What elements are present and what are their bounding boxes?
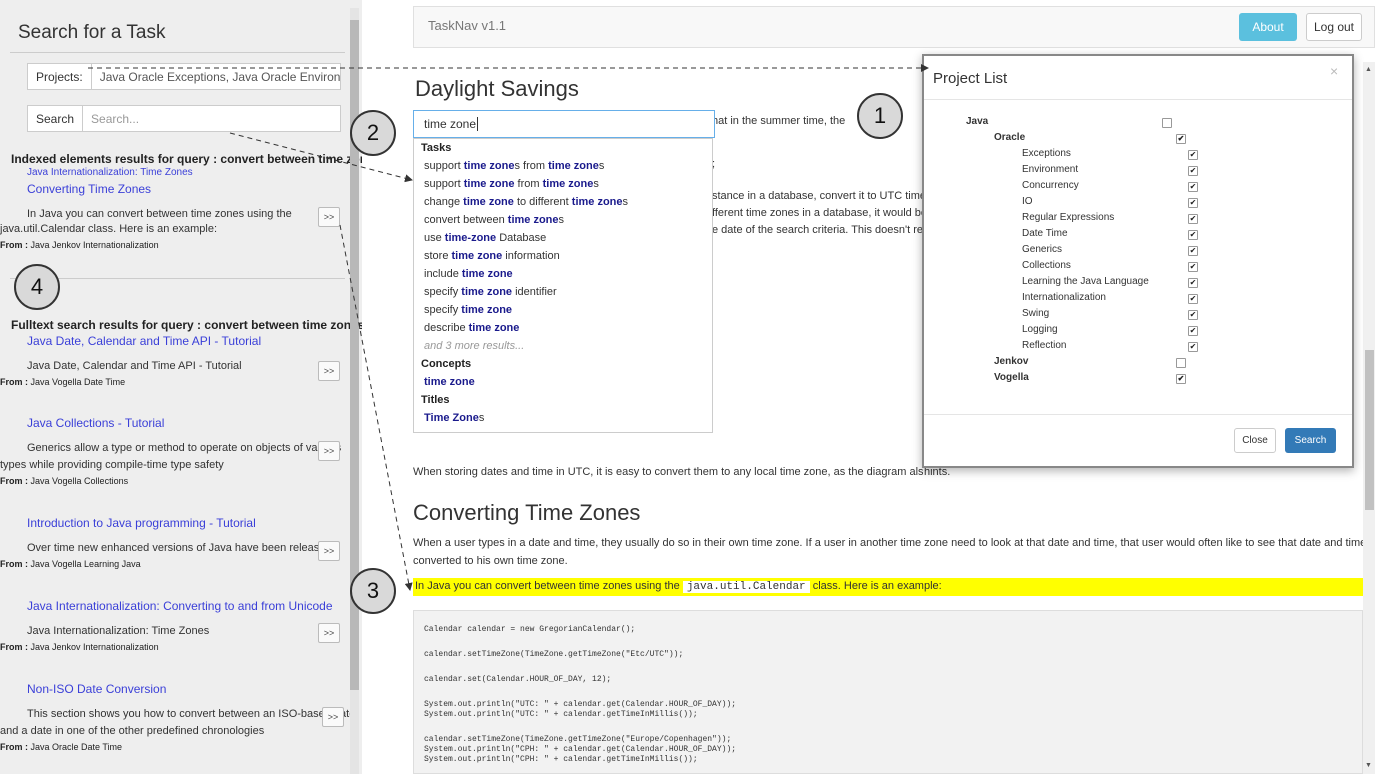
annotation-arrows xyxy=(88,64,929,591)
callout-1: 1 xyxy=(857,93,903,139)
callout-3: 3 xyxy=(350,568,396,614)
callout-2: 2 xyxy=(350,110,396,156)
arrow-result-to-highlight xyxy=(339,224,413,591)
callout-4: 4 xyxy=(14,264,60,310)
